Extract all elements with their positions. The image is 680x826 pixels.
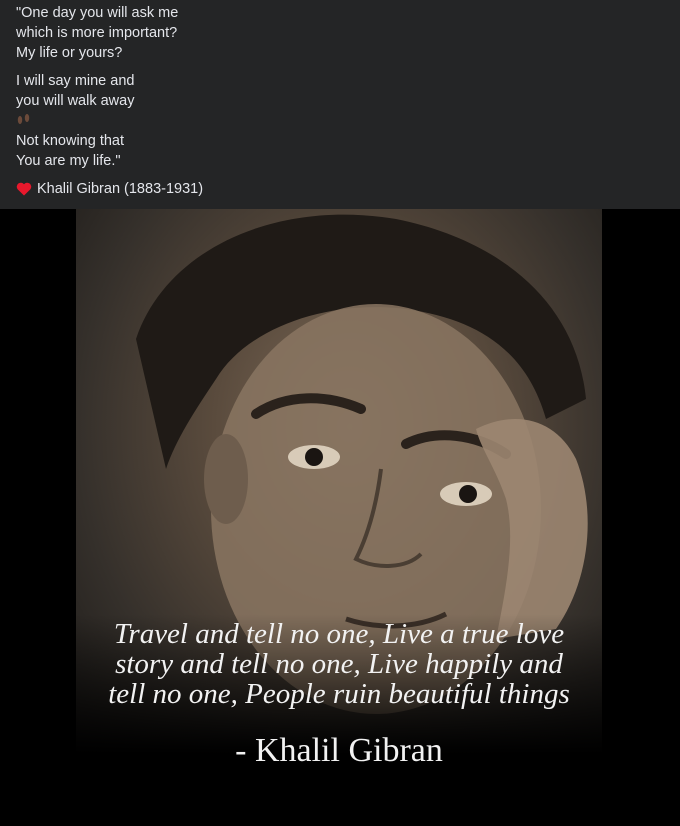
post-image[interactable]: Travel and tell no one, Live a true love… xyxy=(0,209,680,826)
quote-line: Travel and tell no one, Live a true love xyxy=(113,618,565,650)
poem-line: you will walk away xyxy=(16,93,135,109)
poem-line: Not knowing that xyxy=(16,133,125,149)
poem-stanza-1: "One day you will ask me which is more i… xyxy=(16,3,664,63)
poem-stanza-2: I will say mine and you will walk away N… xyxy=(16,71,664,171)
heart-icon xyxy=(16,182,32,196)
footprints-icon xyxy=(17,114,30,124)
poem-line: I will say mine and xyxy=(16,73,135,89)
quote-line: tell no one, People ruin beautiful thing… xyxy=(108,678,570,710)
post-text: "One day you will ask me which is more i… xyxy=(0,0,680,209)
image-attribution: - Khalil Gibran xyxy=(235,732,443,769)
poem-line: My life or yours? xyxy=(16,45,123,61)
poem-line: You are my life." xyxy=(16,153,121,169)
author-name: Khalil Gibran (1883-1931) xyxy=(37,181,204,197)
poem-line: "One day you will ask me xyxy=(16,5,179,21)
author-credit: Khalil Gibran (1883-1931) xyxy=(16,179,664,199)
quote-line: story and tell no one, Live happily and xyxy=(115,648,563,680)
image-quote: Travel and tell no one, Live a true love… xyxy=(76,619,602,709)
emoji-line xyxy=(16,111,664,131)
poem-line: which is more important? xyxy=(16,25,178,41)
